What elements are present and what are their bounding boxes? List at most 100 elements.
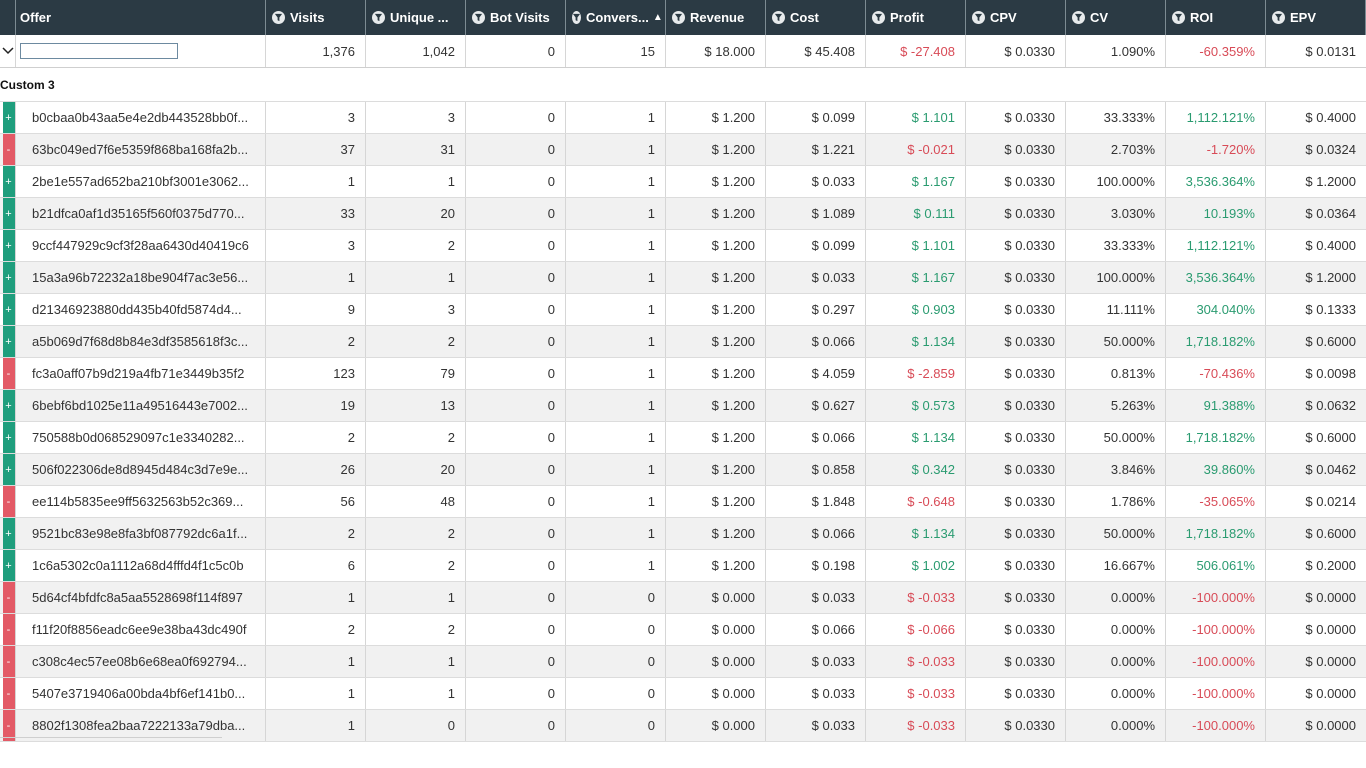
cell-conversions: 1: [566, 518, 666, 549]
table-row[interactable]: +9ccf447929c9cf3f28aa6430d40419c6 3 2 0 1 $ 1…: [0, 230, 1366, 262]
table-row[interactable]: +9521bc83e98e8fa3bf087792dc6a1f... 2 2 0 1 $ …: [0, 518, 1366, 550]
total-cv: 1.090%: [1066, 35, 1166, 67]
table-row[interactable]: +750588b0d068529097c1e3340282... 2 2 0 1 $ 1.…: [0, 422, 1366, 454]
cell-cost: $ 0.033: [766, 646, 866, 677]
table-row[interactable]: + a5b069d7f68d8b84e3df3585618f3c... 2 2 0 1 $ …: [0, 326, 1366, 358]
cell-visits: 1: [266, 646, 366, 677]
cell-profit: $ 1.134: [866, 326, 966, 357]
offer-name[interactable]: 5d64cf4bfdfc8a5aa5528698f114f897: [16, 582, 266, 613]
profit-positive-indicator: +: [2, 262, 15, 293]
offer-name[interactable]: 63bc049ed7f6e5359f868ba168fa2b...: [16, 134, 266, 165]
filter-icon[interactable]: [272, 11, 285, 24]
column-header-epv[interactable]: EPV: [1266, 0, 1366, 35]
column-header-profit[interactable]: Profit: [866, 0, 966, 35]
column-header-label: Bot Visits: [490, 10, 550, 25]
table-row[interactable]: + d21346923880dd435b40fd5874d4... 9 3 0 1 $ 1.…: [0, 294, 1366, 326]
cell-cpv: $ 0.0330: [966, 262, 1066, 293]
offer-name[interactable]: 15a3a96b72232a18be904f7ac3e56...: [16, 262, 266, 293]
cell-visits: 1: [266, 262, 366, 293]
offer-name[interactable]: f11f20f8856eadc6ee9e38ba43dc490f: [16, 614, 266, 645]
column-header-offer[interactable]: Offer: [16, 0, 266, 35]
cell-cpv: $ 0.0330: [966, 166, 1066, 197]
table-row[interactable]: -5d64cf4bfdfc8a5aa5528698f114f897 1 1 0 0 $ 0…: [0, 582, 1366, 614]
filter-icon[interactable]: [372, 11, 385, 24]
chevron-down-icon[interactable]: [1, 47, 14, 55]
profit-negative-indicator: -: [2, 358, 15, 389]
offer-name[interactable]: c308c4ec57ee08b6e68ea0f692794...: [16, 646, 266, 677]
cell-visits: 9: [266, 294, 366, 325]
sort-asc-icon[interactable]: ▲: [653, 12, 663, 23]
table-row[interactable]: +1c6a5302c0a1112a68d4fffd4f1c5c0b 6 2 0 1 $ 1…: [0, 550, 1366, 582]
cell-revenue: $ 1.200: [666, 198, 766, 229]
table-row[interactable]: -63bc049ed7f6e5359f868ba168fa2b... 37 31 0 1…: [0, 134, 1366, 166]
filter-icon[interactable]: [1172, 11, 1185, 24]
cell-cost: $ 0.066: [766, 326, 866, 357]
cell-roi: 39.860%: [1166, 454, 1266, 485]
column-header-unique[interactable]: Unique ...: [366, 0, 466, 35]
grid-header: Offer Visits Unique ... Bot Visits Convers..…: [0, 0, 1366, 35]
offer-name[interactable]: b0cbaa0b43aa5e4e2db443528bb0f...: [16, 102, 266, 133]
cell-revenue: $ 1.200: [666, 390, 766, 421]
row-indicator-cell: +: [0, 326, 16, 357]
table-row[interactable]: + b21dfca0af1d35165f560f0375d770... 33 20 0 1…: [0, 198, 1366, 230]
offer-name[interactable]: 750588b0d068529097c1e3340282...: [16, 422, 266, 453]
filter-icon[interactable]: [972, 11, 985, 24]
table-row[interactable]: - c308c4ec57ee08b6e68ea0f692794... 1 1 0 0 $ 0…: [0, 646, 1366, 678]
offer-name[interactable]: 1c6a5302c0a1112a68d4fffd4f1c5c0b: [16, 550, 266, 581]
column-header-cpv[interactable]: CPV: [966, 0, 1066, 35]
column-header-cv[interactable]: CV: [1066, 0, 1166, 35]
table-row[interactable]: +2be1e557ad652ba210bf3001e3062... 1 1 0 1 $ 1…: [0, 166, 1366, 198]
column-header-revenue[interactable]: Revenue: [666, 0, 766, 35]
offer-name[interactable]: a5b069d7f68d8b84e3df3585618f3c...: [16, 326, 266, 357]
cell-cpv: $ 0.0330: [966, 390, 1066, 421]
cell-roi: -100.000%: [1166, 582, 1266, 613]
filter-icon[interactable]: [572, 11, 581, 24]
horizontal-scrollbar-track[interactable]: [0, 737, 222, 738]
cell-profit: $ 1.002: [866, 550, 966, 581]
column-header-roi[interactable]: ROI: [1166, 0, 1266, 35]
column-header-visits[interactable]: Visits: [266, 0, 366, 35]
cell-visits: 1: [266, 710, 366, 741]
cell-conversions: 1: [566, 102, 666, 133]
cell-revenue: $ 0.000: [666, 646, 766, 677]
cell-unique: 2: [366, 614, 466, 645]
table-row[interactable]: +6bebf6bd1025e11a49516443e7002... 19 13 0 1 $…: [0, 390, 1366, 422]
table-row[interactable]: + b0cbaa0b43aa5e4e2db443528bb0f... 3 3 0 1 $ 1…: [0, 102, 1366, 134]
table-row[interactable]: - ee114b5835ee9ff5632563b52c369... 56 48 0 1 $…: [0, 486, 1366, 518]
cell-roi: 506.061%: [1166, 550, 1266, 581]
filter-icon[interactable]: [1072, 11, 1085, 24]
offer-name[interactable]: 6bebf6bd1025e11a49516443e7002...: [16, 390, 266, 421]
cell-cost: $ 0.099: [766, 230, 866, 261]
cell-visits: 3: [266, 102, 366, 133]
table-row[interactable]: +15a3a96b72232a18be904f7ac3e56... 1 1 0 1 $ 1…: [0, 262, 1366, 294]
offer-name[interactable]: ee114b5835ee9ff5632563b52c369...: [16, 486, 266, 517]
offer-name[interactable]: 506f022306de8d8945d484c3d7e9e...: [16, 454, 266, 485]
offer-name[interactable]: 9521bc83e98e8fa3bf087792dc6a1f...: [16, 518, 266, 549]
filter-icon[interactable]: [872, 11, 885, 24]
table-row[interactable]: - fc3a0aff07b9d219a4fb71e3449b35f2 123 79 0 1…: [0, 358, 1366, 390]
filter-icon[interactable]: [1272, 11, 1285, 24]
column-header-cost[interactable]: Cost: [766, 0, 866, 35]
cell-bot-visits: 0: [466, 230, 566, 261]
offer-name[interactable]: 2be1e557ad652ba210bf3001e3062...: [16, 166, 266, 197]
total-revenue: $ 18.000: [666, 35, 766, 67]
column-header-bot-visits[interactable]: Bot Visits: [466, 0, 566, 35]
cell-visits: 33: [266, 198, 366, 229]
column-header-convers[interactable]: Convers... ▲: [566, 0, 666, 35]
collapse-toggle[interactable]: [0, 35, 16, 67]
filter-icon[interactable]: [772, 11, 785, 24]
cell-revenue: $ 1.200: [666, 294, 766, 325]
cell-cost: $ 0.066: [766, 518, 866, 549]
table-row[interactable]: - f11f20f8856eadc6ee9e38ba43dc490f 2 2 0 0 $ 0…: [0, 614, 1366, 646]
filter-icon[interactable]: [672, 11, 685, 24]
table-row[interactable]: -5407e3719406a00bda4bf6ef141b0... 1 1 0 0 $ 0…: [0, 678, 1366, 710]
offer-name[interactable]: 5407e3719406a00bda4bf6ef141b0...: [16, 678, 266, 709]
filter-icon[interactable]: [472, 11, 485, 24]
table-row[interactable]: +506f022306de8d8945d484c3d7e9e... 26 20 0 1 $…: [0, 454, 1366, 486]
offer-name[interactable]: b21dfca0af1d35165f560f0375d770...: [16, 198, 266, 229]
offer-name[interactable]: 9ccf447929c9cf3f28aa6430d40419c6: [16, 230, 266, 261]
offer-name[interactable]: d21346923880dd435b40fd5874d4...: [16, 294, 266, 325]
total-bot-visits: 0: [466, 35, 566, 67]
offer-name[interactable]: fc3a0aff07b9d219a4fb71e3449b35f2: [16, 358, 266, 389]
offer-search-input[interactable]: [20, 43, 178, 59]
